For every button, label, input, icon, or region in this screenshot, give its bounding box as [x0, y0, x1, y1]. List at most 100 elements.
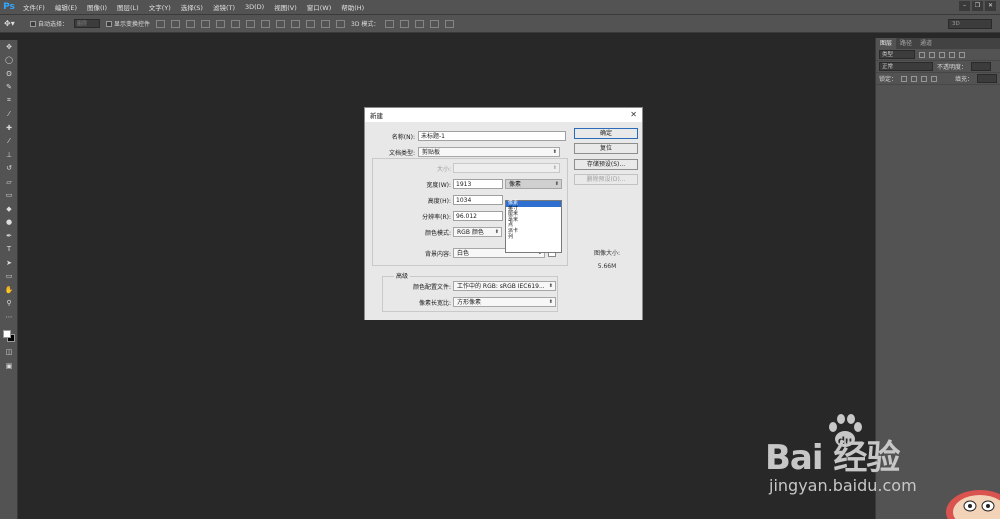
- lasso-tool-icon[interactable]: ʘ: [0, 67, 18, 81]
- shape-tool-icon[interactable]: ▭: [0, 270, 18, 284]
- filter-pixel-icon[interactable]: [919, 51, 925, 58]
- preset-select[interactable]: 剪贴板 ⬍: [418, 147, 560, 157]
- menu-3d[interactable]: 3D(D): [240, 3, 269, 11]
- menu-window[interactable]: 窗口(W): [302, 2, 337, 12]
- menu-help[interactable]: 帮助(H): [336, 2, 369, 12]
- history-brush-tool-icon[interactable]: ↺: [0, 162, 18, 176]
- advanced-label[interactable]: 高级: [394, 271, 411, 280]
- quick-mask-icon[interactable]: ◫: [0, 346, 18, 360]
- filter-adjust-icon[interactable]: [929, 51, 935, 58]
- pixel-aspect-value: 方形像素: [457, 299, 482, 306]
- zoom-tool-icon[interactable]: ⚲: [0, 297, 18, 311]
- menu-edit[interactable]: 编辑(E): [50, 2, 82, 12]
- align-right-icon[interactable]: [231, 19, 241, 28]
- align-left-icon[interactable]: [201, 19, 211, 28]
- foreground-color-swatch[interactable]: [3, 329, 11, 338]
- brush-tool-icon[interactable]: ⁄: [0, 135, 18, 149]
- menu-filter[interactable]: 滤镜(T): [208, 2, 240, 12]
- gradient-tool-icon[interactable]: ▭: [0, 189, 18, 203]
- workspace-select[interactable]: 3D: [948, 19, 992, 29]
- distribute-vcenter-icon[interactable]: [261, 19, 271, 28]
- auto-select-option[interactable]: 自动选择：: [30, 19, 68, 28]
- menu-view[interactable]: 视图(V): [269, 2, 302, 12]
- distribute-top-icon[interactable]: [246, 19, 256, 28]
- menu-layer[interactable]: 图层(L): [112, 2, 144, 12]
- marquee-tool-icon[interactable]: ◯: [0, 54, 18, 68]
- rotate-3d-icon[interactable]: [385, 19, 395, 28]
- filter-smart-icon[interactable]: [959, 51, 965, 58]
- baidu-jingyan-watermark: du Bai 经验 jingyan.baidu.com: [765, 408, 1000, 519]
- align-vcenter-icon[interactable]: [171, 19, 181, 28]
- menu-select[interactable]: 选择(S): [176, 2, 208, 12]
- color-mode-value: RGB 颜色: [457, 229, 484, 236]
- blend-mode-select[interactable]: 正常: [879, 62, 933, 71]
- color-profile-select[interactable]: 工作中的 RGB: sRGB IEC619... ⬍: [453, 281, 556, 291]
- auto-select-target-select[interactable]: 图层: [74, 19, 101, 28]
- blur-tool-icon[interactable]: ◆: [0, 202, 18, 216]
- fill-field[interactable]: [977, 74, 998, 83]
- minimize-icon[interactable]: –: [959, 1, 970, 11]
- path-select-tool-icon[interactable]: ➤: [0, 256, 18, 270]
- pen-tool-icon[interactable]: ✒: [0, 229, 18, 243]
- dodge-tool-icon[interactable]: ●: [0, 216, 18, 230]
- save-preset-button[interactable]: 存储预设(S)...: [574, 159, 638, 170]
- drag-3d-icon[interactable]: [415, 19, 425, 28]
- color-swatches[interactable]: [0, 324, 17, 346]
- lock-paint-icon[interactable]: [911, 75, 918, 82]
- pixel-aspect-label: 像素长宽比:: [418, 300, 451, 307]
- more-tools-icon[interactable]: ⋯: [0, 310, 18, 324]
- show-transform-checkbox[interactable]: [106, 20, 113, 27]
- close-window-icon[interactable]: ✕: [985, 1, 996, 11]
- unit-option-columns[interactable]: 列: [506, 234, 561, 241]
- restore-icon[interactable]: ❐: [972, 1, 983, 11]
- align-bottom-icon[interactable]: [186, 19, 196, 28]
- slide-3d-icon[interactable]: [430, 19, 440, 28]
- filter-type-icon[interactable]: [939, 51, 945, 58]
- move-tool-preset-icon[interactable]: ✥▾: [4, 19, 24, 28]
- distribute-hcenter-icon[interactable]: [306, 19, 316, 28]
- healing-brush-tool-icon[interactable]: ✚: [0, 121, 18, 135]
- preset-value: 剪贴板: [422, 149, 441, 156]
- menu-image[interactable]: 图像(I): [82, 2, 112, 12]
- filter-shape-icon[interactable]: [949, 51, 955, 58]
- move-tool-icon[interactable]: ✥: [0, 40, 18, 54]
- lock-all-icon[interactable]: [931, 75, 938, 82]
- tab-channels[interactable]: 通道: [916, 38, 936, 49]
- tab-paths[interactable]: 路径: [896, 38, 916, 49]
- hand-tool-icon[interactable]: ✋: [0, 283, 18, 297]
- scale-3d-icon[interactable]: [445, 19, 455, 28]
- show-transform-option[interactable]: 显示变换控件: [106, 19, 150, 28]
- resolution-field[interactable]: 96.012: [453, 211, 503, 221]
- clone-stamp-tool-icon[interactable]: ⊥: [0, 148, 18, 162]
- name-field[interactable]: 未标题-1: [418, 131, 566, 141]
- align-hcenter-icon[interactable]: [216, 19, 226, 28]
- distribute-right-icon[interactable]: [321, 19, 331, 28]
- opacity-field[interactable]: [971, 62, 992, 71]
- lock-pixels-icon[interactable]: [901, 75, 908, 82]
- layer-filter-select[interactable]: 类型: [879, 50, 915, 59]
- quick-select-tool-icon[interactable]: ✎: [0, 81, 18, 95]
- distribute-bottom-icon[interactable]: [276, 19, 286, 28]
- tab-layers[interactable]: 图层: [876, 38, 897, 49]
- height-field[interactable]: 1034: [453, 195, 503, 205]
- ok-button[interactable]: 确定: [574, 128, 638, 139]
- close-icon[interactable]: ✕: [630, 110, 637, 119]
- width-unit-select[interactable]: 像素 ⬍: [505, 179, 562, 189]
- eraser-tool-icon[interactable]: ▱: [0, 175, 18, 189]
- menu-file[interactable]: 文件(F): [18, 2, 50, 12]
- align-top-icon[interactable]: [156, 19, 166, 28]
- roll-3d-icon[interactable]: [400, 19, 410, 28]
- lock-position-icon[interactable]: [921, 75, 928, 82]
- width-field[interactable]: 1913: [453, 179, 503, 189]
- distribute-left-icon[interactable]: [291, 19, 301, 28]
- menu-type[interactable]: 文字(Y): [144, 2, 176, 12]
- crop-tool-icon[interactable]: ⌗: [0, 94, 18, 108]
- auto-select-checkbox[interactable]: [30, 20, 36, 27]
- type-tool-icon[interactable]: T: [0, 243, 18, 257]
- color-mode-select[interactable]: RGB 颜色 ⬍: [453, 227, 502, 237]
- pixel-aspect-select[interactable]: 方形像素 ⬍: [453, 297, 556, 307]
- reset-button[interactable]: 复位: [574, 143, 638, 154]
- auto-align-icon[interactable]: [336, 19, 346, 28]
- eyedropper-tool-icon[interactable]: ⁄: [0, 108, 18, 122]
- screen-mode-icon[interactable]: ▣: [0, 359, 18, 373]
